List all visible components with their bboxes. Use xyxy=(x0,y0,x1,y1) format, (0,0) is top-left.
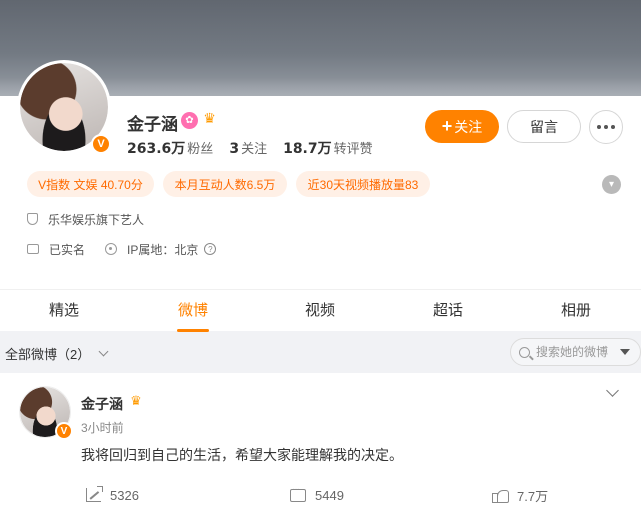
search-input[interactable] xyxy=(536,345,616,359)
post-card: V 金子涵 ♛ 3小时前 我将回归到自己的生活，希望大家能理解我的决定。 532… xyxy=(0,373,641,519)
comment-count: 5449 xyxy=(315,487,344,503)
tab-weibo[interactable]: 微博 xyxy=(153,290,233,332)
dropdown-triangle-icon[interactable] xyxy=(620,349,630,355)
id-card-icon xyxy=(27,244,39,254)
verified-icon: V xyxy=(55,422,73,440)
search-icon xyxy=(519,346,530,358)
tab-album[interactable]: 相册 xyxy=(536,290,616,332)
tag-monthly-interactions[interactable]: 本月互动人数6.5万 xyxy=(163,171,287,197)
shield-icon xyxy=(27,213,38,225)
feed-filter-dropdown[interactable]: 全部微博（2） xyxy=(5,344,109,363)
agency-text: 乐华娱乐旗下艺人 xyxy=(48,212,145,227)
search-box[interactable] xyxy=(510,338,641,366)
follow-button-label: 关注 xyxy=(454,118,483,135)
agency-row: 乐华娱乐旗下艺人 xyxy=(27,211,144,227)
stat-followers-label: 粉丝 xyxy=(187,142,214,157)
stat-followers[interactable]: 263.6万 粉丝 xyxy=(127,138,213,158)
tag-video-plays[interactable]: 近30天视频播放量83 xyxy=(296,171,430,197)
feed-filter-label: 全部微博（2） xyxy=(5,347,91,362)
identity-row: 已实名 IP属地：北京 ? xyxy=(27,241,217,257)
post-author[interactable]: 金子涵 xyxy=(81,394,123,414)
tab-supertopic[interactable]: 超话 xyxy=(408,290,488,332)
realname-text: 已实名 xyxy=(49,242,86,257)
tag-v-index[interactable]: V指数 文娱 40.70分 xyxy=(27,171,154,197)
like-button[interactable]: 7.7万 xyxy=(492,485,548,505)
post-time[interactable]: 3小时前 xyxy=(81,419,124,436)
profile-name: 金子涵 xyxy=(127,115,178,134)
follow-button[interactable]: + 关注 xyxy=(425,110,499,143)
message-button[interactable]: 留言 xyxy=(507,110,581,143)
thumbs-up-icon xyxy=(492,488,509,503)
verified-icon: V xyxy=(91,134,111,154)
forward-button[interactable]: 5326 xyxy=(86,485,139,505)
post-menu-chevron-icon[interactable] xyxy=(606,384,619,397)
location-icon xyxy=(105,243,118,255)
more-options-button[interactable] xyxy=(589,110,623,144)
chevron-down-icon xyxy=(98,346,109,357)
stat-interactions-value: 18.7万 xyxy=(283,141,332,157)
plus-icon: + xyxy=(441,115,453,136)
comment-icon xyxy=(290,484,306,502)
help-icon[interactable]: ? xyxy=(204,243,217,255)
expand-chevron-icon[interactable]: ▾ xyxy=(602,175,621,194)
feed-filter-bar: 全部微博（2） xyxy=(0,333,641,371)
post-text: 我将回归到自己的生活，希望大家能理解我的决定。 xyxy=(81,447,403,463)
forward-icon xyxy=(86,486,103,502)
crown-icon[interactable]: ♛ xyxy=(128,394,144,410)
tab-video[interactable]: 视频 xyxy=(280,290,360,332)
more-dot-icon xyxy=(604,125,608,129)
crown-icon[interactable]: ♛ xyxy=(201,111,218,128)
more-dot-icon xyxy=(611,125,615,129)
profile-tabs: 精选 微博 视频 超话 相册 xyxy=(0,289,641,332)
message-button-label: 留言 xyxy=(530,118,558,135)
forward-count: 5326 xyxy=(110,487,139,503)
like-count: 7.7万 xyxy=(517,488,549,504)
profile-stats: 263.6万 粉丝 3 关注 18.7万 转评赞 xyxy=(127,138,373,158)
tab-featured[interactable]: 精选 xyxy=(24,290,104,332)
stat-interactions[interactable]: 18.7万 转评赞 xyxy=(283,138,373,158)
stat-followers-value: 263.6万 xyxy=(127,141,186,157)
stat-interactions-label: 转评赞 xyxy=(333,142,373,157)
more-dot-icon xyxy=(597,125,601,129)
ip-location-text: IP属地：北京 xyxy=(127,242,199,257)
comment-button[interactable]: 5449 xyxy=(290,484,344,505)
member-icon[interactable]: ✿ xyxy=(181,112,198,129)
stat-following-label: 关注 xyxy=(241,142,268,157)
stat-following-value: 3 xyxy=(229,141,240,157)
stat-following[interactable]: 3 关注 xyxy=(229,138,267,158)
